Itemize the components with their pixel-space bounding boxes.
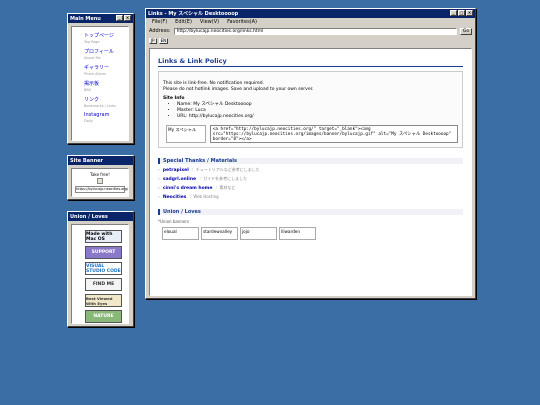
language-bar: JP EN bbox=[146, 36, 475, 45]
union-loves-title: Union / Loves bbox=[70, 213, 108, 220]
address-label: Address: bbox=[149, 28, 171, 34]
badge-vscode[interactable]: VISUAL STUDIO CODE bbox=[85, 262, 122, 275]
link-policy-box: This site is link-free. No notification … bbox=[158, 71, 463, 148]
menu-favorites[interactable]: Favorites(A) bbox=[227, 19, 257, 25]
badge-mac-os[interactable]: Made with Mac OS bbox=[85, 230, 122, 243]
go-button[interactable]: Go bbox=[460, 27, 472, 35]
thanks-link-cinni[interactable]: cinni's dream home bbox=[163, 185, 213, 193]
site-banner-window: Site Banner Take free! https://bylucajp.… bbox=[67, 155, 134, 200]
thanks-link-neocities[interactable]: Neocities bbox=[163, 194, 187, 202]
union-banner-jojo[interactable]: jojo bbox=[240, 227, 277, 240]
minimize-button[interactable]: _ bbox=[116, 15, 123, 21]
browser-titlebar[interactable]: Links - My スペシャル Desktoooop _ □ × bbox=[146, 9, 475, 18]
close-button[interactable]: × bbox=[124, 15, 131, 21]
union-banner-row: eloual stardewvalley jojo lilwarden bbox=[162, 227, 463, 243]
site-info-url: URL: http://bylucajp.neocities.org/ bbox=[177, 114, 458, 120]
lang-en-button[interactable]: EN bbox=[158, 37, 169, 44]
nav-item-instagram[interactable]: Instagram Daily bbox=[84, 112, 128, 123]
site-banner-title: Site Banner bbox=[70, 157, 103, 164]
main-menu-titlebar[interactable]: Main Menu _ × bbox=[68, 14, 133, 23]
nav-item-profile[interactable]: プロフィール About Me bbox=[84, 48, 128, 60]
union-loves-titlebar[interactable]: Union / Loves bbox=[68, 212, 133, 221]
badge-best-viewed[interactable]: Best Viewed With Eyes bbox=[85, 294, 122, 307]
thanks-item: › cinni's dream home ：素材など bbox=[158, 185, 236, 193]
main-menu-panel: トップページ Top Page プロフィール About Me ギャラリー Photo… bbox=[71, 26, 129, 141]
thanks-section-title: Special Thanks / Materials bbox=[158, 158, 463, 164]
menu-view[interactable]: View(V) bbox=[200, 19, 219, 25]
nav-item-links[interactable]: リンク Bookmarks / Links bbox=[84, 96, 128, 108]
banner-code-row: My スペシャル <a href="http://bylucajp.neocit… bbox=[166, 125, 458, 143]
site-banner-image: My スペシャル bbox=[166, 125, 206, 143]
site-banner-titlebar[interactable]: Site Banner bbox=[68, 156, 133, 165]
browser-menubar: File(F) Edit(E) View(V) Favorites(A) bbox=[146, 18, 475, 26]
minimize-button[interactable]: _ bbox=[450, 10, 457, 16]
main-menu-window: Main Menu _ × トップページ Top Page プロフィール About… bbox=[67, 13, 134, 144]
main-menu-title: Main Menu bbox=[70, 15, 101, 22]
menu-edit[interactable]: Edit(E) bbox=[175, 19, 192, 25]
thanks-list: › petrapixel ：チュートリアルなど参考にしました › sadgrl.… bbox=[158, 166, 463, 202]
badge-nature[interactable]: NATURE bbox=[85, 310, 122, 323]
nav-item-gallery[interactable]: ギャラリー Photo Album bbox=[84, 64, 128, 76]
banner-url-field[interactable]: https://bylucajp.neocities.org/ bbox=[75, 186, 128, 193]
union-banner-eloual[interactable]: eloual bbox=[162, 227, 199, 240]
policy-line: Please do not hotlink images. Save and u… bbox=[163, 87, 314, 92]
maximize-button[interactable]: □ bbox=[458, 10, 465, 16]
banner-code-textarea[interactable]: <a href="http://bylucajp.neocities.org/"… bbox=[209, 125, 458, 143]
close-button[interactable]: × bbox=[466, 10, 473, 16]
badge-support[interactable]: SUPPORT bbox=[85, 246, 122, 259]
banner-image-icon[interactable] bbox=[97, 178, 103, 184]
take-free-label: Take free! bbox=[90, 172, 110, 177]
site-info-list: Name: My スペシャル Desktoooop Master: Luca U… bbox=[163, 102, 458, 120]
thanks-link-petrapixel[interactable]: petrapixel bbox=[163, 167, 189, 175]
union-banner-lilwarden[interactable]: lilwarden bbox=[279, 227, 316, 240]
page-content: Links & Link Policy This site is link-fr… bbox=[149, 48, 472, 296]
address-input[interactable]: http://bylucajp.neocities.org/links.html bbox=[173, 27, 457, 35]
union-note: *Union banners bbox=[158, 219, 190, 224]
union-banner-stardewvalley[interactable]: stardewvalley bbox=[201, 227, 238, 240]
address-bar: Address: http://bylucajp.neocities.org/l… bbox=[146, 26, 475, 36]
browser-title: Links - My スペシャル Desktoooop bbox=[148, 11, 239, 17]
thanks-item: › petrapixel ：チュートリアルなど参考にしました bbox=[158, 167, 260, 175]
thanks-link-sadgrl[interactable]: sadgrl.online bbox=[163, 176, 196, 184]
nav-item-bbs[interactable]: 掲示板 BBS bbox=[84, 80, 128, 92]
thanks-item: › sadgrl.online ：ガイドを参考にしました bbox=[158, 176, 248, 184]
lang-jp-button[interactable]: JP bbox=[149, 37, 157, 44]
union-section-title: Union / Loves bbox=[158, 209, 463, 215]
union-loves-window: Union / Loves Made with Mac OS SUPPORT V… bbox=[67, 211, 134, 327]
thanks-item: › Neocities ：Web Hosting bbox=[158, 194, 219, 202]
page-title: Links & Link Policy bbox=[158, 57, 463, 67]
nav-item-top[interactable]: トップページ Top Page bbox=[84, 32, 128, 44]
site-banner-panel: Take free! https://bylucajp.neocities.or… bbox=[71, 168, 129, 197]
menu-file[interactable]: File(F) bbox=[152, 19, 167, 25]
badge-find-me[interactable]: FIND ME bbox=[85, 278, 122, 291]
union-loves-panel: Made with Mac OS SUPPORT VISUAL STUDIO C… bbox=[71, 224, 129, 324]
browser-window: Links - My スペシャル Desktoooop _ □ × File(F… bbox=[145, 8, 476, 299]
